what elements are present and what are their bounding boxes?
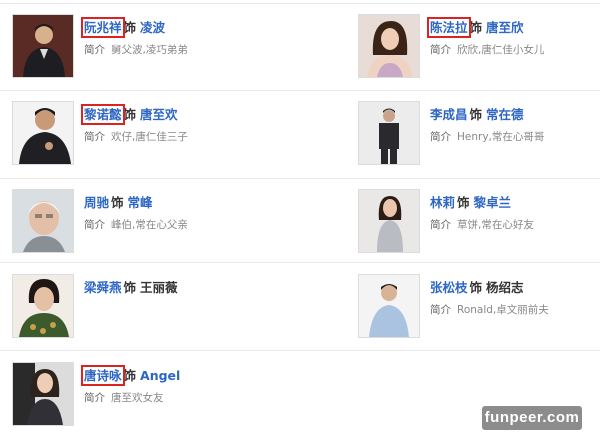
role-connector: 饰 bbox=[111, 195, 124, 210]
role-connector: 饰 bbox=[123, 280, 137, 295]
role-connector: 饰 bbox=[123, 20, 137, 35]
role-name-link[interactable]: 黎卓兰 bbox=[474, 195, 512, 210]
role-name-link[interactable]: 常在德 bbox=[486, 107, 524, 122]
role-connector: 饰 bbox=[457, 195, 470, 210]
cast-card: 周驰饰常峰 简介 峰伯,常在心父亲 bbox=[12, 189, 302, 269]
role-connector: 饰 bbox=[469, 280, 483, 295]
actor-name-link[interactable]: 黎诺懿 bbox=[81, 104, 125, 125]
actor-photo[interactable] bbox=[12, 14, 74, 78]
intro-label: 简介 bbox=[84, 219, 105, 231]
cast-card: 唐诗咏饰 Angel 简介 唐至欢女友 bbox=[12, 362, 302, 442]
elder-man-portrait-icon bbox=[13, 190, 73, 252]
actor-photo[interactable] bbox=[358, 274, 420, 338]
intro-text: Ronald,卓文丽前夫 bbox=[457, 304, 549, 316]
actor-photo[interactable] bbox=[358, 189, 420, 253]
actor-name-link[interactable]: 陈法拉 bbox=[427, 17, 471, 38]
woman-portrait-icon bbox=[359, 15, 419, 77]
intro-text: 唐至欢女友 bbox=[111, 392, 164, 404]
intro-label: 简介 bbox=[430, 304, 451, 316]
intro-label: 简介 bbox=[430, 219, 451, 231]
intro-text: 舅父波,凌巧弟弟 bbox=[111, 44, 188, 56]
actor-name-link[interactable]: 张松枝 bbox=[430, 280, 468, 295]
role-name-link[interactable]: 常峰 bbox=[128, 195, 153, 210]
cast-card: 李成昌饰常在德 简介 Henry,常在心哥哥 bbox=[358, 101, 600, 181]
intro-text: 草饼,常在心好友 bbox=[457, 219, 534, 231]
intro-label: 简介 bbox=[84, 44, 105, 56]
role-connector: 饰 bbox=[123, 368, 137, 383]
actor-name-link[interactable]: 梁舜燕 bbox=[84, 280, 122, 295]
actor-photo[interactable] bbox=[12, 189, 74, 253]
role-connector: 饰 bbox=[123, 107, 137, 122]
intro-text: Henry,常在心哥哥 bbox=[457, 131, 545, 143]
role-name-link[interactable]: 凌波 bbox=[140, 20, 165, 35]
actor-name-link[interactable]: 林莉 bbox=[430, 195, 455, 210]
man-portrait-icon bbox=[13, 15, 73, 77]
cast-card: 黎诺懿饰唐至欢 简介 欢仔,唐仁佳三子 bbox=[12, 101, 302, 181]
woman-portrait-icon bbox=[13, 363, 73, 425]
top-divider bbox=[0, 3, 600, 4]
actor-name-link[interactable]: 唐诗咏 bbox=[81, 365, 125, 386]
actor-photo[interactable] bbox=[12, 362, 74, 426]
intro-text: 欢仔,唐仁佳三子 bbox=[111, 131, 188, 143]
cast-card: 陈法拉饰唐至欣 简介 欣欣,唐仁佳小女儿 bbox=[358, 14, 600, 94]
actor-photo[interactable] bbox=[358, 14, 420, 78]
role-name-link[interactable]: 唐至欢 bbox=[140, 107, 178, 122]
role-name: 王丽薇 bbox=[140, 280, 178, 295]
actor-photo[interactable] bbox=[12, 101, 74, 165]
intro-text: 欣欣,唐仁佳小女儿 bbox=[457, 44, 545, 56]
intro-text: 峰伯,常在心父亲 bbox=[111, 219, 188, 231]
cast-card: 张松枝饰杨绍志 简介 Ronald,卓文丽前夫 bbox=[358, 274, 600, 354]
role-name-link[interactable]: Angel bbox=[140, 368, 180, 383]
role-connector: 饰 bbox=[469, 107, 483, 122]
actor-name-link[interactable]: 阮兆祥 bbox=[81, 17, 125, 38]
actor-name-link[interactable]: 周驰 bbox=[84, 195, 109, 210]
cast-card: 林莉饰黎卓兰 简介 草饼,常在心好友 bbox=[358, 189, 600, 269]
intro-label: 简介 bbox=[430, 44, 451, 56]
woman-portrait-icon bbox=[359, 190, 419, 252]
role-connector: 饰 bbox=[469, 20, 483, 35]
actor-name-link[interactable]: 李成昌 bbox=[430, 107, 468, 122]
man-portrait-icon bbox=[359, 102, 419, 164]
man-portrait-icon bbox=[359, 275, 419, 337]
man-portrait-icon bbox=[13, 102, 73, 164]
actor-photo[interactable] bbox=[358, 101, 420, 165]
elder-woman-portrait-icon bbox=[13, 275, 73, 337]
intro-label: 简介 bbox=[84, 131, 105, 143]
intro-label: 简介 bbox=[430, 131, 451, 143]
actor-photo[interactable] bbox=[12, 274, 74, 338]
role-name: 杨绍志 bbox=[486, 280, 524, 295]
watermark-logo: funpeer.com bbox=[482, 406, 582, 430]
cast-card: 梁舜燕饰王丽薇 bbox=[12, 274, 302, 354]
cast-card: 阮兆祥饰凌波 简介 舅父波,凌巧弟弟 bbox=[12, 14, 302, 94]
intro-label: 简介 bbox=[84, 392, 105, 404]
role-name-link[interactable]: 唐至欣 bbox=[486, 20, 524, 35]
